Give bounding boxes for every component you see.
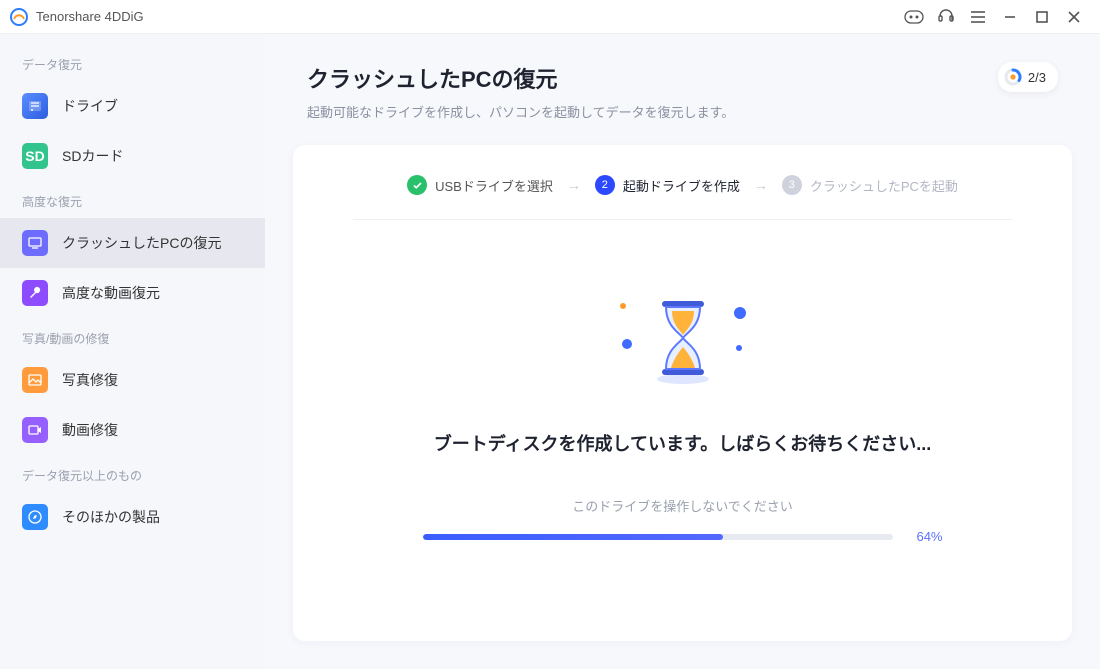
sidebar-item-label: クラッシュしたPCの復元 (62, 233, 221, 253)
app-logo-icon (10, 8, 28, 26)
wrench-icon (22, 280, 48, 306)
section-more: データ復元以上のもの (0, 455, 265, 492)
section-media-repair: 写真/動画の修復 (0, 318, 265, 355)
progress: 64% (353, 529, 1012, 544)
titlebar: Tenorshare 4DDiG (0, 0, 1100, 34)
app-window: Tenorshare 4DDiG データ復元 ドライブ (0, 0, 1100, 669)
drive-icon (22, 93, 48, 119)
step-label: クラッシュしたPCを起動 (810, 176, 958, 195)
compass-icon (22, 504, 48, 530)
content-card: USBドライブを選択 → 2 起動ドライブを作成 → 3 クラッシュしたPCを起… (293, 145, 1072, 641)
photo-icon (22, 367, 48, 393)
sidebar-item-label: 写真修復 (62, 370, 118, 390)
step-3: 3 クラッシュしたPCを起動 (782, 175, 958, 195)
video-icon (22, 417, 48, 443)
step-1: USBドライブを選択 (407, 175, 553, 195)
progress-bar (423, 534, 893, 540)
main-panel: クラッシュしたPCの復元 起動可能なドライブを作成し、パソコンを起動してデータを… (265, 34, 1100, 669)
step-label: USBドライブを選択 (435, 176, 553, 195)
step-label: 起動ドライブを作成 (623, 176, 740, 195)
hourglass-icon (648, 295, 718, 385)
sidebar-item-drive[interactable]: ドライブ (0, 81, 265, 131)
step-progress-badge: 2/3 (998, 62, 1058, 92)
stepper: USBドライブを選択 → 2 起動ドライブを作成 → 3 クラッシュしたPCを起… (353, 175, 1012, 220)
sd-icon: SD (22, 143, 48, 169)
pc-crash-icon (22, 230, 48, 256)
sparkle-icon (731, 305, 748, 322)
step-number: 3 (782, 175, 802, 195)
sidebar-item-sd[interactable]: SD SDカード (0, 131, 265, 181)
close-button[interactable] (1058, 3, 1090, 31)
check-icon (407, 175, 427, 195)
progress-ring-icon (1004, 68, 1022, 86)
warning-message: このドライブを操作しないでください (353, 496, 1012, 515)
assistant-icon[interactable] (898, 3, 930, 31)
minimize-button[interactable] (994, 3, 1026, 31)
sidebar-item-video-repair[interactable]: 動画修復 (0, 405, 265, 455)
arrow-right-icon: → (567, 177, 581, 193)
sidebar-item-adv-video[interactable]: 高度な動画復元 (0, 268, 265, 318)
sidebar-item-crash[interactable]: クラッシュしたPCの復元 (0, 218, 265, 268)
status-message: ブートディスクを作成しています。しばらくお待ちください... (353, 430, 1012, 456)
sidebar-item-other-products[interactable]: そのほかの製品 (0, 492, 265, 542)
sparkle-icon (620, 303, 626, 309)
maximize-button[interactable] (1026, 3, 1058, 31)
progress-fill (423, 534, 724, 540)
section-advanced-recovery: 高度な復元 (0, 181, 265, 218)
sidebar-item-label: 高度な動画復元 (62, 283, 160, 303)
hourglass-illustration (353, 280, 1012, 400)
step-2: 2 起動ドライブを作成 (595, 175, 740, 195)
step-number: 2 (595, 175, 615, 195)
arrow-right-icon: → (754, 177, 768, 193)
sidebar-item-label: SDカード (62, 146, 123, 166)
sidebar-item-label: 動画修復 (62, 420, 118, 440)
support-icon[interactable] (930, 3, 962, 31)
sparkle-icon (619, 337, 633, 351)
sidebar: データ復元 ドライブ SD SDカード 高度な復元 クラッシュしたPCの復元 (0, 34, 265, 669)
section-data-recovery: データ復元 (0, 44, 265, 81)
step-progress-text: 2/3 (1028, 70, 1046, 85)
app-title: Tenorshare 4DDiG (36, 9, 144, 24)
menu-icon[interactable] (962, 3, 994, 31)
sidebar-item-label: そのほかの製品 (62, 507, 160, 527)
page-subtitle: 起動可能なドライブを作成し、パソコンを起動してデータを復元します。 (307, 102, 998, 121)
page-header: クラッシュしたPCの復元 起動可能なドライブを作成し、パソコンを起動してデータを… (265, 34, 1100, 135)
sidebar-item-photo-repair[interactable]: 写真修復 (0, 355, 265, 405)
body: データ復元 ドライブ SD SDカード 高度な復元 クラッシュしたPCの復元 (0, 34, 1100, 669)
progress-percent: 64% (907, 529, 943, 544)
page-title: クラッシュしたPCの復元 (307, 62, 998, 94)
sidebar-item-label: ドライブ (62, 96, 118, 116)
sparkle-icon (734, 344, 742, 352)
